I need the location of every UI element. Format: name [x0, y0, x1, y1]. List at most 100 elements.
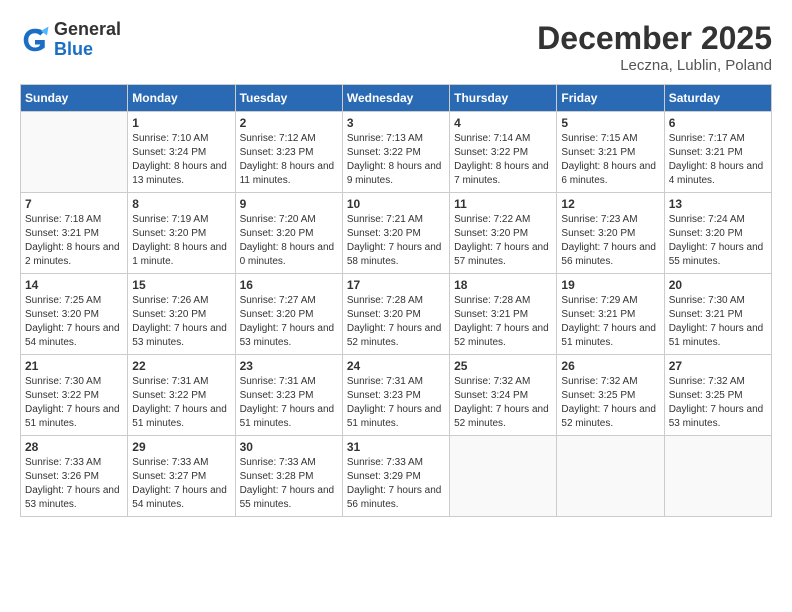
calendar-cell: 15 Sunrise: 7:26 AMSunset: 3:20 PMDayligh…	[128, 274, 235, 355]
calendar-cell	[21, 112, 128, 193]
calendar-cell: 25 Sunrise: 7:32 AMSunset: 3:24 PMDayligh…	[450, 355, 557, 436]
day-number: 31	[347, 440, 445, 454]
day-number: 5	[561, 116, 659, 130]
calendar-week-row: 7Sunrise: 7:18 AMSunset: 3:21 PMDaylight…	[21, 193, 772, 274]
column-header-thursday: Thursday	[450, 85, 557, 112]
day-number: 16	[240, 278, 338, 292]
column-header-friday: Friday	[557, 85, 664, 112]
calendar-cell: 4 Sunrise: 7:14 AMSunset: 3:22 PMDaylight…	[450, 112, 557, 193]
day-number: 26	[561, 359, 659, 373]
day-number: 2	[240, 116, 338, 130]
calendar-cell: 28 Sunrise: 7:33 AMSunset: 3:26 PMDayligh…	[21, 436, 128, 517]
calendar-cell: 26 Sunrise: 7:32 AMSunset: 3:25 PMDayligh…	[557, 355, 664, 436]
day-detail: Sunrise: 7:14 AMSunset: 3:22 PMDaylight:…	[454, 132, 552, 188]
day-detail: Sunrise: 7:31 AMSunset: 3:23 PMDaylight:…	[347, 375, 445, 431]
day-detail: Sunrise: 7:28 AMSunset: 3:20 PMDaylight:…	[347, 294, 445, 350]
day-number: 9	[240, 197, 338, 211]
location: Leczna, Lublin, Poland	[537, 57, 772, 74]
calendar-cell: 8 Sunrise: 7:19 AMSunset: 3:20 PMDaylight…	[128, 193, 235, 274]
day-number: 6	[669, 116, 767, 130]
day-detail: Sunrise: 7:21 AMSunset: 3:20 PMDaylight:…	[347, 213, 445, 269]
calendar-cell: 5 Sunrise: 7:15 AMSunset: 3:21 PMDaylight…	[557, 112, 664, 193]
day-detail: Sunrise: 7:30 AMSunset: 3:21 PMDaylight:…	[669, 294, 767, 350]
calendar-cell	[557, 436, 664, 517]
logo: General Blue	[20, 20, 121, 60]
calendar-cell: 2 Sunrise: 7:12 AMSunset: 3:23 PMDaylight…	[235, 112, 342, 193]
day-detail: Sunrise: 7:20 AMSunset: 3:20 PMDaylight:…	[240, 213, 338, 269]
day-number: 30	[240, 440, 338, 454]
day-number: 3	[347, 116, 445, 130]
day-number: 20	[669, 278, 767, 292]
day-number: 18	[454, 278, 552, 292]
day-detail: Sunrise: 7:33 AMSunset: 3:26 PMDaylight:…	[25, 456, 123, 512]
day-number: 29	[132, 440, 230, 454]
day-detail: Sunrise: 7:17 AMSunset: 3:21 PMDaylight:…	[669, 132, 767, 188]
day-number: 28	[25, 440, 123, 454]
day-number: 15	[132, 278, 230, 292]
column-header-tuesday: Tuesday	[235, 85, 342, 112]
calendar-week-row: 1 Sunrise: 7:10 AMSunset: 3:24 PMDaylight…	[21, 112, 772, 193]
day-detail: Sunrise: 7:25 AMSunset: 3:20 PMDaylight:…	[25, 294, 123, 350]
day-number: 8	[132, 197, 230, 211]
day-detail: Sunrise: 7:24 AMSunset: 3:20 PMDaylight:…	[669, 213, 767, 269]
calendar-cell: 3 Sunrise: 7:13 AMSunset: 3:22 PMDaylight…	[342, 112, 449, 193]
calendar-cell: 6 Sunrise: 7:17 AMSunset: 3:21 PMDaylight…	[664, 112, 771, 193]
day-detail: Sunrise: 7:32 AMSunset: 3:25 PMDaylight:…	[669, 375, 767, 431]
day-number: 25	[454, 359, 552, 373]
day-detail: Sunrise: 7:28 AMSunset: 3:21 PMDaylight:…	[454, 294, 552, 350]
day-number: 14	[25, 278, 123, 292]
calendar-cell: 30Sunrise: 7:33 AMSunset: 3:28 PMDayligh…	[235, 436, 342, 517]
day-detail: Sunrise: 7:30 AMSunset: 3:22 PMDaylight:…	[25, 375, 123, 431]
calendar-week-row: 14 Sunrise: 7:25 AMSunset: 3:20 PMDayligh…	[21, 274, 772, 355]
calendar-cell: 24 Sunrise: 7:31 AMSunset: 3:23 PMDayligh…	[342, 355, 449, 436]
calendar-header-row: SundayMondayTuesdayWednesdayThursdayFrid…	[21, 85, 772, 112]
day-detail: Sunrise: 7:12 AMSunset: 3:23 PMDaylight:…	[240, 132, 338, 188]
column-header-saturday: Saturday	[664, 85, 771, 112]
calendar-cell: 27Sunrise: 7:32 AMSunset: 3:25 PMDayligh…	[664, 355, 771, 436]
day-detail: Sunrise: 7:15 AMSunset: 3:21 PMDaylight:…	[561, 132, 659, 188]
logo-general: General	[54, 20, 121, 40]
day-number: 24	[347, 359, 445, 373]
calendar-cell: 21 Sunrise: 7:30 AMSunset: 3:22 PMDayligh…	[21, 355, 128, 436]
calendar-cell: 14 Sunrise: 7:25 AMSunset: 3:20 PMDayligh…	[21, 274, 128, 355]
day-number: 19	[561, 278, 659, 292]
day-detail: Sunrise: 7:33 AMSunset: 3:29 PMDaylight:…	[347, 456, 445, 512]
day-number: 21	[25, 359, 123, 373]
day-number: 12	[561, 197, 659, 211]
day-detail: Sunrise: 7:10 AMSunset: 3:24 PMDaylight:…	[132, 132, 230, 188]
day-number: 4	[454, 116, 552, 130]
day-number: 17	[347, 278, 445, 292]
day-number: 23	[240, 359, 338, 373]
month-title: December 2025	[537, 20, 772, 57]
calendar-table: SundayMondayTuesdayWednesdayThursdayFrid…	[20, 84, 772, 517]
calendar-cell: 19Sunrise: 7:29 AMSunset: 3:21 PMDayligh…	[557, 274, 664, 355]
logo-blue: Blue	[54, 40, 121, 60]
calendar-week-row: 28 Sunrise: 7:33 AMSunset: 3:26 PMDayligh…	[21, 436, 772, 517]
day-detail: Sunrise: 7:27 AMSunset: 3:20 PMDaylight:…	[240, 294, 338, 350]
calendar-cell: 31 Sunrise: 7:33 AMSunset: 3:29 PMDayligh…	[342, 436, 449, 517]
calendar-cell: 29 Sunrise: 7:33 AMSunset: 3:27 PMDayligh…	[128, 436, 235, 517]
day-detail: Sunrise: 7:19 AMSunset: 3:20 PMDaylight:…	[132, 213, 230, 269]
column-header-monday: Monday	[128, 85, 235, 112]
calendar-cell: 17 Sunrise: 7:28 AMSunset: 3:20 PMDayligh…	[342, 274, 449, 355]
title-block: December 2025 Leczna, Lublin, Poland	[537, 20, 772, 74]
day-detail: Sunrise: 7:13 AMSunset: 3:22 PMDaylight:…	[347, 132, 445, 188]
day-detail: Sunrise: 7:32 AMSunset: 3:24 PMDaylight:…	[454, 375, 552, 431]
day-detail: Sunrise: 7:22 AMSunset: 3:20 PMDaylight:…	[454, 213, 552, 269]
calendar-cell: 9 Sunrise: 7:20 AMSunset: 3:20 PMDaylight…	[235, 193, 342, 274]
day-number: 13	[669, 197, 767, 211]
day-detail: Sunrise: 7:32 AMSunset: 3:25 PMDaylight:…	[561, 375, 659, 431]
column-header-sunday: Sunday	[21, 85, 128, 112]
calendar-cell: 22Sunrise: 7:31 AMSunset: 3:22 PMDayligh…	[128, 355, 235, 436]
day-detail: Sunrise: 7:26 AMSunset: 3:20 PMDaylight:…	[132, 294, 230, 350]
day-number: 7	[25, 197, 123, 211]
calendar-cell: 10Sunrise: 7:21 AMSunset: 3:20 PMDayligh…	[342, 193, 449, 274]
calendar-cell: 20 Sunrise: 7:30 AMSunset: 3:21 PMDayligh…	[664, 274, 771, 355]
calendar-cell: 12Sunrise: 7:23 AMSunset: 3:20 PMDayligh…	[557, 193, 664, 274]
day-number: 22	[132, 359, 230, 373]
calendar-cell: 16 Sunrise: 7:27 AMSunset: 3:20 PMDayligh…	[235, 274, 342, 355]
page-header: General Blue December 2025 Leczna, Lubli…	[20, 20, 772, 74]
day-number: 1	[132, 116, 230, 130]
day-detail: Sunrise: 7:33 AMSunset: 3:27 PMDaylight:…	[132, 456, 230, 512]
calendar-cell: 13 Sunrise: 7:24 AMSunset: 3:20 PMDayligh…	[664, 193, 771, 274]
